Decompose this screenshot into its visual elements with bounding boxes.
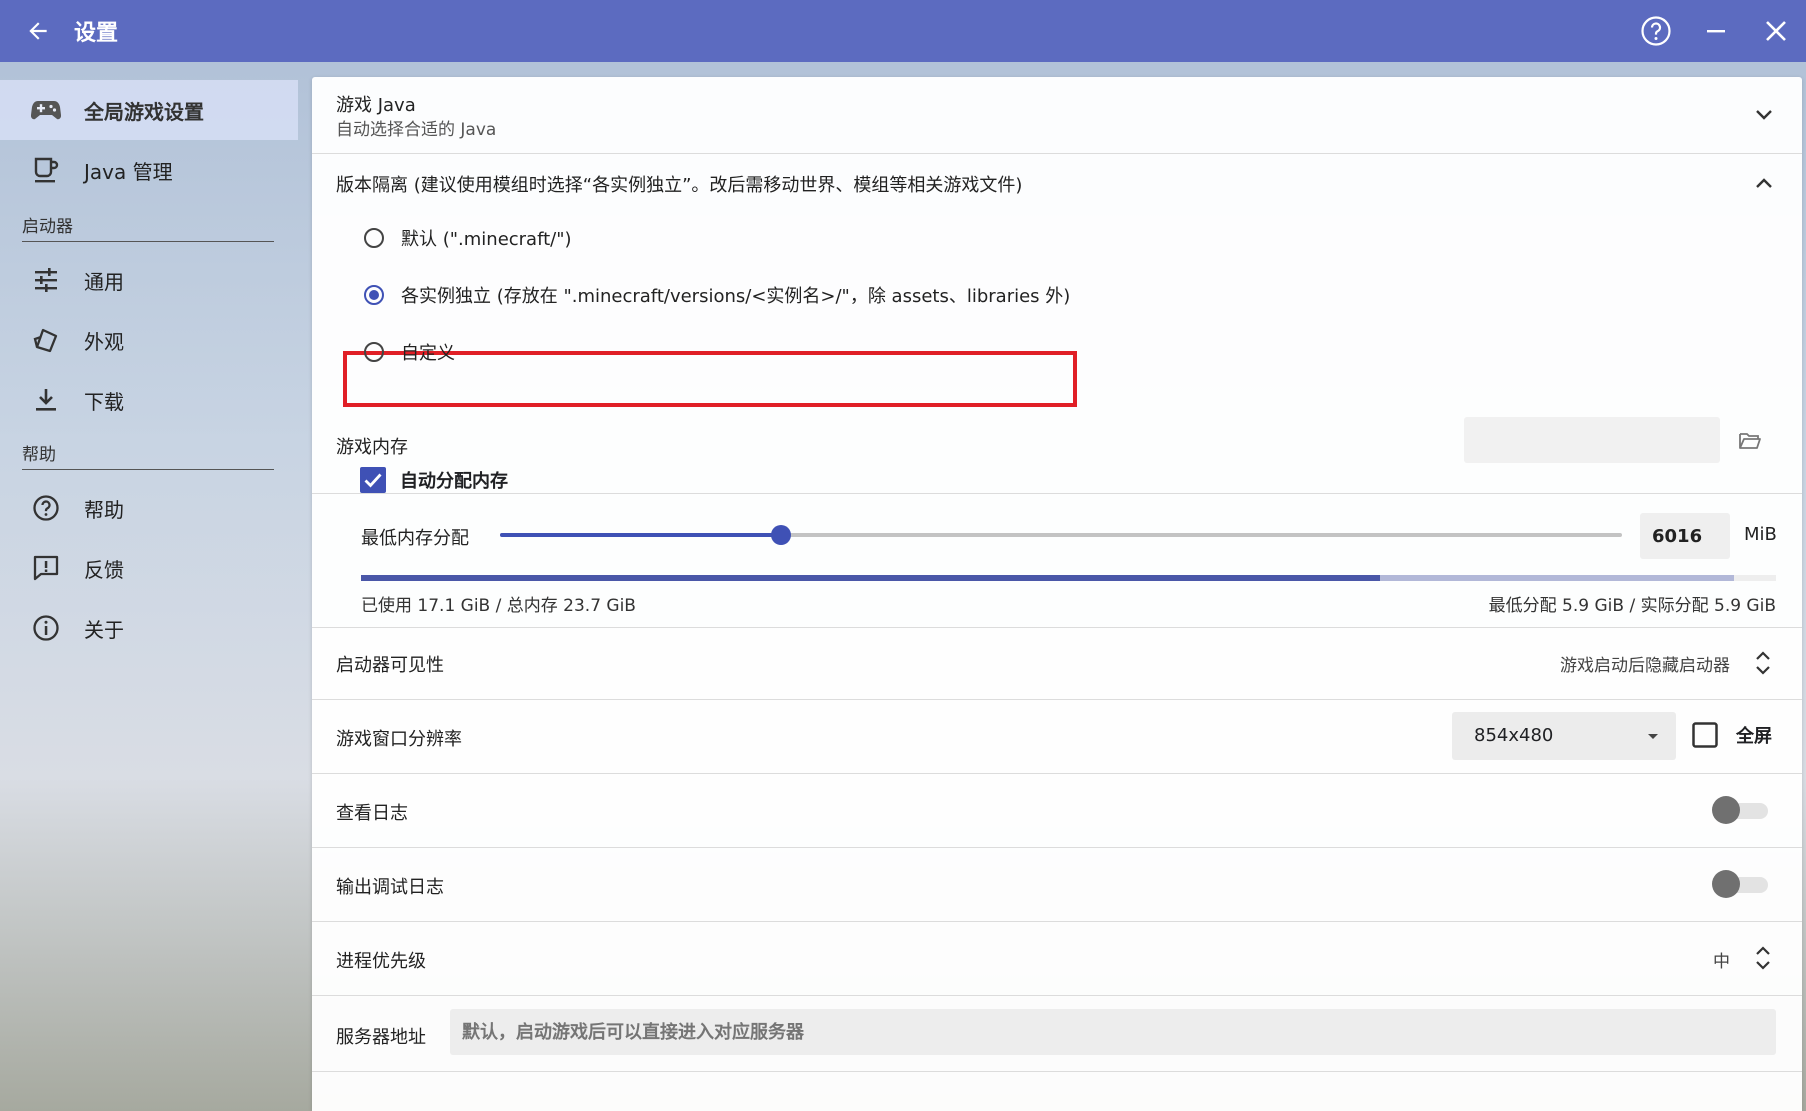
auto-memory-checkbox[interactable]: 自动分配内存 — [360, 467, 508, 493]
caret-down-icon — [1648, 734, 1658, 739]
server-address-input[interactable] — [450, 1009, 1776, 1055]
sidebar-item-help[interactable]: 帮助 — [0, 478, 298, 538]
slider-fill — [500, 533, 781, 537]
isolation-option-default[interactable]: 默认 (".minecraft/") — [364, 225, 572, 251]
sidebar-section-help: 帮助 — [22, 440, 274, 470]
window-resolution-label: 游戏窗口分辨率 — [336, 729, 462, 750]
launcher-visibility-value: 游戏启动后隐藏启动器 — [1560, 656, 1730, 676]
debug-log-label: 输出调试日志 — [336, 877, 444, 898]
sidebar-item-general[interactable]: 通用 — [0, 250, 298, 310]
up-down-chevron-icon[interactable] — [1754, 943, 1772, 973]
chevron-up-icon[interactable] — [1752, 171, 1776, 195]
min-memory-input[interactable] — [1640, 513, 1730, 559]
sidebar-item-label: 外观 — [84, 329, 124, 354]
checkbox-checked-icon — [360, 467, 386, 493]
toggle-knob — [1712, 870, 1740, 898]
sidebar-item-label: 下载 — [84, 389, 124, 414]
sidebar-item-download[interactable]: 下载 — [0, 370, 298, 430]
auto-memory-label: 自动分配内存 — [400, 471, 508, 492]
fullscreen-label: 全屏 — [1736, 726, 1772, 747]
java-selector-row[interactable]: 游戏 Java 自动选择合适的 Java — [312, 77, 1802, 154]
close-button[interactable] — [1746, 0, 1806, 62]
sidebar-item-appearance[interactable]: 外观 — [0, 310, 298, 370]
sidebar-item-about[interactable]: 关于 — [0, 598, 298, 658]
window-resolution-row: 游戏窗口分辨率 854x480 全屏 — [312, 699, 1802, 774]
settings-panel: 游戏 Java 自动选择合适的 Java 版本隔离 (建议使用模组时选择“各实例… — [312, 77, 1802, 1111]
isolation-title: 版本隔离 (建议使用模组时选择“各实例独立”。改后需移动世界、模组等相关游戏文件… — [336, 175, 1023, 196]
memory-unit: MiB — [1744, 524, 1777, 545]
arrow-left-icon — [29, 22, 47, 40]
process-priority-row[interactable]: 进程优先级 中 — [312, 921, 1802, 996]
palette-icon — [30, 324, 62, 356]
java-cup-icon — [30, 154, 62, 186]
close-icon — [1766, 21, 1786, 41]
java-title: 游戏 Java — [336, 95, 416, 116]
slider-thumb[interactable] — [770, 525, 791, 545]
min-memory-label: 最低内存分配 — [361, 528, 469, 549]
help-circle-icon — [1641, 16, 1671, 46]
java-subtitle: 自动选择合适的 Java — [336, 120, 497, 140]
memory-title: 游戏内存 — [336, 437, 408, 458]
debug-log-toggle[interactable] — [1712, 870, 1768, 898]
sliders-icon — [30, 264, 62, 296]
back-button[interactable] — [16, 9, 60, 53]
isolation-option-label: 默认 (".minecraft/") — [401, 229, 572, 250]
title-bar: 设置 — [0, 0, 1806, 62]
minimize-icon — [1707, 30, 1725, 33]
server-address-row: 服务器地址 — [312, 995, 1802, 1072]
isolation-option-per-instance[interactable]: 各实例独立 (存放在 ".minecraft/versions/<实例名>/"，… — [364, 282, 1070, 308]
resolution-select[interactable]: 854x480 — [1452, 712, 1676, 760]
memory-used-text: 已使用 17.1 GiB / 总内存 23.7 GiB — [361, 596, 636, 616]
sidebar-item-label: 通用 — [84, 269, 124, 294]
game-memory-section: 游戏内存 自动分配内存 最低内存分配 MiB 已使用 17.1 GiB / 总内… — [312, 417, 1802, 628]
isolation-option-label: 各实例独立 (存放在 ".minecraft/versions/<实例名>/"，… — [401, 286, 1071, 307]
sidebar-item-java-management[interactable]: Java 管理 — [0, 140, 298, 200]
download-icon — [30, 384, 62, 416]
sidebar-item-label: 关于 — [84, 617, 124, 642]
min-memory-slider[interactable] — [500, 525, 1622, 545]
checkbox-unchecked-icon — [1692, 722, 1718, 748]
fullscreen-checkbox[interactable]: 全屏 — [1692, 722, 1772, 748]
resolution-value: 854x480 — [1474, 725, 1554, 746]
chevron-down-icon[interactable] — [1752, 103, 1776, 127]
sidebar-item-label: Java 管理 — [84, 159, 173, 184]
sidebar-item-label: 全局游戏设置 — [84, 99, 204, 124]
help-button[interactable] — [1626, 0, 1686, 62]
memory-usage-bar — [361, 575, 1776, 581]
sidebar: 全局游戏设置 Java 管理 启动器 通用 外观 下载 帮助 帮助 反馈 关于 — [0, 62, 300, 1111]
minimize-button[interactable] — [1686, 0, 1746, 62]
sidebar-item-feedback[interactable]: 反馈 — [0, 538, 298, 598]
memory-used-fill — [361, 575, 1380, 581]
memory-alloc-text: 最低分配 5.9 GiB / 实际分配 5.9 GiB — [1488, 596, 1776, 616]
feedback-icon — [30, 552, 62, 584]
help-circle-icon — [30, 492, 62, 524]
gamepad-icon — [30, 94, 62, 126]
view-log-label: 查看日志 — [336, 803, 408, 824]
sidebar-item-label: 帮助 — [84, 497, 124, 522]
window-title: 设置 — [74, 21, 119, 46]
server-address-label: 服务器地址 — [336, 1027, 426, 1048]
up-down-chevron-icon[interactable] — [1754, 648, 1772, 678]
process-priority-value: 中 — [1713, 952, 1730, 972]
view-log-row: 查看日志 — [312, 773, 1802, 848]
sidebar-item-label: 反馈 — [84, 557, 124, 582]
radio-circle-selected — [364, 285, 384, 305]
view-log-toggle[interactable] — [1712, 796, 1768, 824]
radio-circle — [364, 342, 384, 362]
sidebar-section-launcher: 启动器 — [22, 212, 274, 242]
process-priority-label: 进程优先级 — [336, 951, 426, 972]
isolation-option-label: 自定义 — [401, 343, 455, 364]
launcher-visibility-row[interactable]: 启动器可见性 游戏启动后隐藏启动器 — [312, 627, 1802, 700]
launcher-visibility-label: 启动器可见性 — [336, 655, 444, 676]
info-icon — [30, 612, 62, 644]
sidebar-item-global-game-settings[interactable]: 全局游戏设置 — [0, 80, 298, 140]
toggle-knob — [1712, 796, 1740, 824]
isolation-option-custom[interactable]: 自定义 — [364, 339, 455, 365]
radio-circle — [364, 228, 384, 248]
debug-log-row: 输出调试日志 — [312, 847, 1802, 922]
